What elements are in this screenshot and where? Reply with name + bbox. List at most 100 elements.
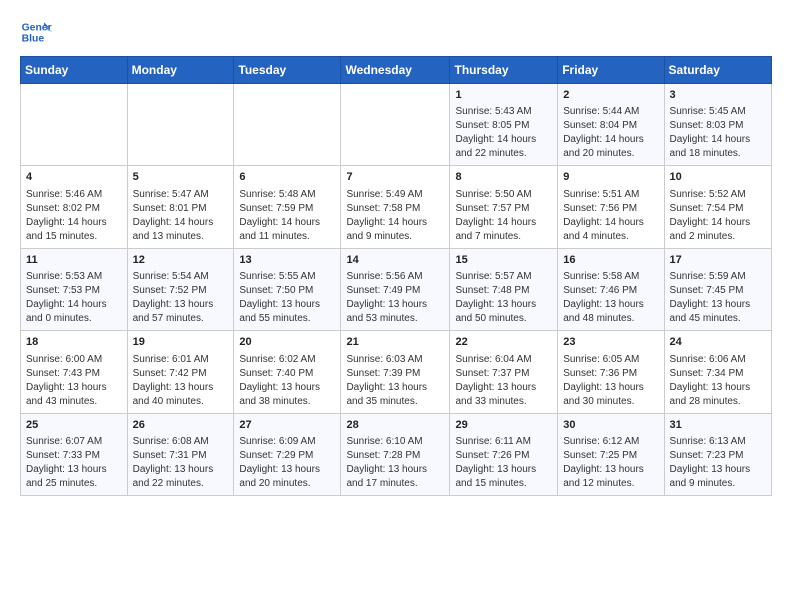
day-info: Sunrise: 5:44 AM Sunset: 8:04 PM Dayligh… <box>563 105 658 161</box>
day-info: Sunrise: 6:13 AM Sunset: 7:23 PM Dayligh… <box>670 435 766 491</box>
calendar-cell: 24 Sunrise: 6:06 AM Sunset: 7:34 PM Dayli… <box>664 331 771 413</box>
day-info: Sunrise: 5:54 AM Sunset: 7:52 PM Dayligh… <box>133 270 229 326</box>
calendar-cell: 7 Sunrise: 5:49 AM Sunset: 7:58 PM Daylig… <box>341 166 450 248</box>
day-number: 29 <box>455 418 552 433</box>
calendar-cell: 1 Sunrise: 5:43 AM Sunset: 8:05 PM Daylig… <box>450 84 558 166</box>
calendar-cell: 14 Sunrise: 5:56 AM Sunset: 7:49 PM Dayli… <box>341 248 450 330</box>
calendar-cell: 3 Sunrise: 5:45 AM Sunset: 8:03 PM Daylig… <box>664 84 771 166</box>
day-number: 20 <box>239 335 335 350</box>
day-info: Sunrise: 5:55 AM Sunset: 7:50 PM Dayligh… <box>239 270 335 326</box>
day-number: 6 <box>239 170 335 185</box>
calendar-cell: 31 Sunrise: 6:13 AM Sunset: 7:23 PM Dayli… <box>664 413 771 495</box>
day-info: Sunrise: 5:59 AM Sunset: 7:45 PM Dayligh… <box>670 270 766 326</box>
day-number: 4 <box>26 170 122 185</box>
calendar-cell: 27Sunrise: 6:09 AM Sunset: 7:29 PM Dayli… <box>234 413 341 495</box>
day-info: Sunrise: 5:51 AM Sunset: 7:56 PM Dayligh… <box>563 188 658 244</box>
day-info: Sunrise: 6:00 AM Sunset: 7:43 PM Dayligh… <box>26 353 122 409</box>
calendar-cell: 20 Sunrise: 6:02 AM Sunset: 7:40 PM Dayli… <box>234 331 341 413</box>
day-number: 10 <box>670 170 766 185</box>
calendar-cell: 12 Sunrise: 5:54 AM Sunset: 7:52 PM Dayli… <box>127 248 234 330</box>
day-number: 15 <box>455 253 552 268</box>
day-info: Sunrise: 5:43 AM Sunset: 8:05 PM Dayligh… <box>455 105 552 161</box>
day-number: 1 <box>455 88 552 103</box>
day-number: 28 <box>346 418 444 433</box>
day-info: Sunrise: 5:58 AM Sunset: 7:46 PM Dayligh… <box>563 270 658 326</box>
day-info: Sunrise: 6:12 AM Sunset: 7:25 PM Dayligh… <box>563 435 658 491</box>
calendar-header-row: SundayMondayTuesdayWednesdayThursdayFrid… <box>21 57 772 84</box>
day-number: 18 <box>26 335 122 350</box>
calendar-cell: 8 Sunrise: 5:50 AM Sunset: 7:57 PM Daylig… <box>450 166 558 248</box>
day-number: 25 <box>26 418 122 433</box>
day-info: Sunrise: 6:11 AM Sunset: 7:26 PM Dayligh… <box>455 435 552 491</box>
day-info: Sunrise: 5:53 AM Sunset: 7:53 PM Dayligh… <box>26 270 122 326</box>
day-number: 17 <box>670 253 766 268</box>
calendar-cell: 21 Sunrise: 6:03 AM Sunset: 7:39 PM Dayli… <box>341 331 450 413</box>
day-info: Sunrise: 6:02 AM Sunset: 7:40 PM Dayligh… <box>239 353 335 409</box>
calendar-cell: 18 Sunrise: 6:00 AM Sunset: 7:43 PM Dayli… <box>21 331 128 413</box>
calendar-cell: 5 Sunrise: 5:47 AM Sunset: 8:01 PM Daylig… <box>127 166 234 248</box>
calendar-week-5: 25 Sunrise: 6:07 AM Sunset: 7:33 PM Dayli… <box>21 413 772 495</box>
day-number: 5 <box>133 170 229 185</box>
day-info: Sunrise: 5:56 AM Sunset: 7:49 PM Dayligh… <box>346 270 444 326</box>
day-number: 11 <box>26 253 122 268</box>
calendar-cell: 9 Sunrise: 5:51 AM Sunset: 7:56 PM Daylig… <box>558 166 664 248</box>
day-number: 24 <box>670 335 766 350</box>
day-number: 30 <box>563 418 658 433</box>
day-number: 27 <box>239 418 335 433</box>
calendar-cell: 23 Sunrise: 6:05 AM Sunset: 7:36 PM Dayli… <box>558 331 664 413</box>
calendar-week-2: 4 Sunrise: 5:46 AM Sunset: 8:02 PM Daylig… <box>21 166 772 248</box>
day-info: Sunrise: 5:47 AM Sunset: 8:01 PM Dayligh… <box>133 188 229 244</box>
calendar-cell: 30 Sunrise: 6:12 AM Sunset: 7:25 PM Dayli… <box>558 413 664 495</box>
calendar-cell: 2 Sunrise: 5:44 AM Sunset: 8:04 PM Daylig… <box>558 84 664 166</box>
calendar-cell: 17 Sunrise: 5:59 AM Sunset: 7:45 PM Dayli… <box>664 248 771 330</box>
logo: General Blue <box>20 16 56 48</box>
calendar-week-1: 1 Sunrise: 5:43 AM Sunset: 8:05 PM Daylig… <box>21 84 772 166</box>
calendar-table: SundayMondayTuesdayWednesdayThursdayFrid… <box>20 56 772 496</box>
day-number: 26 <box>133 418 229 433</box>
day-info: Sunrise: 5:57 AM Sunset: 7:48 PM Dayligh… <box>455 270 552 326</box>
day-number: 31 <box>670 418 766 433</box>
day-info: Sunrise: 5:50 AM Sunset: 7:57 PM Dayligh… <box>455 188 552 244</box>
day-info: Sunrise: 6:07 AM Sunset: 7:33 PM Dayligh… <box>26 435 122 491</box>
calendar-week-4: 18 Sunrise: 6:00 AM Sunset: 7:43 PM Dayli… <box>21 331 772 413</box>
calendar-week-3: 11 Sunrise: 5:53 AM Sunset: 7:53 PM Dayli… <box>21 248 772 330</box>
day-number: 13 <box>239 253 335 268</box>
calendar-cell <box>127 84 234 166</box>
day-info: Sunrise: 5:46 AM Sunset: 8:02 PM Dayligh… <box>26 188 122 244</box>
calendar-body: 1 Sunrise: 5:43 AM Sunset: 8:05 PM Daylig… <box>21 84 772 496</box>
calendar-cell <box>234 84 341 166</box>
day-number: 14 <box>346 253 444 268</box>
weekday-header-sunday: Sunday <box>21 57 128 84</box>
day-info: Sunrise: 6:06 AM Sunset: 7:34 PM Dayligh… <box>670 353 766 409</box>
day-number: 8 <box>455 170 552 185</box>
day-info: Sunrise: 6:03 AM Sunset: 7:39 PM Dayligh… <box>346 353 444 409</box>
weekday-header-saturday: Saturday <box>664 57 771 84</box>
day-number: 2 <box>563 88 658 103</box>
day-number: 9 <box>563 170 658 185</box>
calendar-cell: 15 Sunrise: 5:57 AM Sunset: 7:48 PM Dayli… <box>450 248 558 330</box>
calendar-cell: 16 Sunrise: 5:58 AM Sunset: 7:46 PM Dayli… <box>558 248 664 330</box>
day-info: Sunrise: 6:08 AM Sunset: 7:31 PM Dayligh… <box>133 435 229 491</box>
calendar-cell: 19Sunrise: 6:01 AM Sunset: 7:42 PM Dayli… <box>127 331 234 413</box>
weekday-header-thursday: Thursday <box>450 57 558 84</box>
day-info: Sunrise: 5:49 AM Sunset: 7:58 PM Dayligh… <box>346 188 444 244</box>
page-header: General Blue <box>20 16 772 48</box>
day-number: 7 <box>346 170 444 185</box>
weekday-header-monday: Monday <box>127 57 234 84</box>
calendar-cell: 4 Sunrise: 5:46 AM Sunset: 8:02 PM Daylig… <box>21 166 128 248</box>
calendar-cell: 6Sunrise: 5:48 AM Sunset: 7:59 PM Daylig… <box>234 166 341 248</box>
logo-icon: General Blue <box>20 16 52 48</box>
day-number: 23 <box>563 335 658 350</box>
calendar-cell <box>21 84 128 166</box>
day-number: 12 <box>133 253 229 268</box>
calendar-cell: 28Sunrise: 6:10 AM Sunset: 7:28 PM Dayli… <box>341 413 450 495</box>
calendar-cell: 10Sunrise: 5:52 AM Sunset: 7:54 PM Dayli… <box>664 166 771 248</box>
day-info: Sunrise: 6:01 AM Sunset: 7:42 PM Dayligh… <box>133 353 229 409</box>
day-number: 16 <box>563 253 658 268</box>
day-info: Sunrise: 5:45 AM Sunset: 8:03 PM Dayligh… <box>670 105 766 161</box>
calendar-cell: 13 Sunrise: 5:55 AM Sunset: 7:50 PM Dayli… <box>234 248 341 330</box>
day-number: 21 <box>346 335 444 350</box>
weekday-header-tuesday: Tuesday <box>234 57 341 84</box>
day-info: Sunrise: 6:05 AM Sunset: 7:36 PM Dayligh… <box>563 353 658 409</box>
day-number: 3 <box>670 88 766 103</box>
